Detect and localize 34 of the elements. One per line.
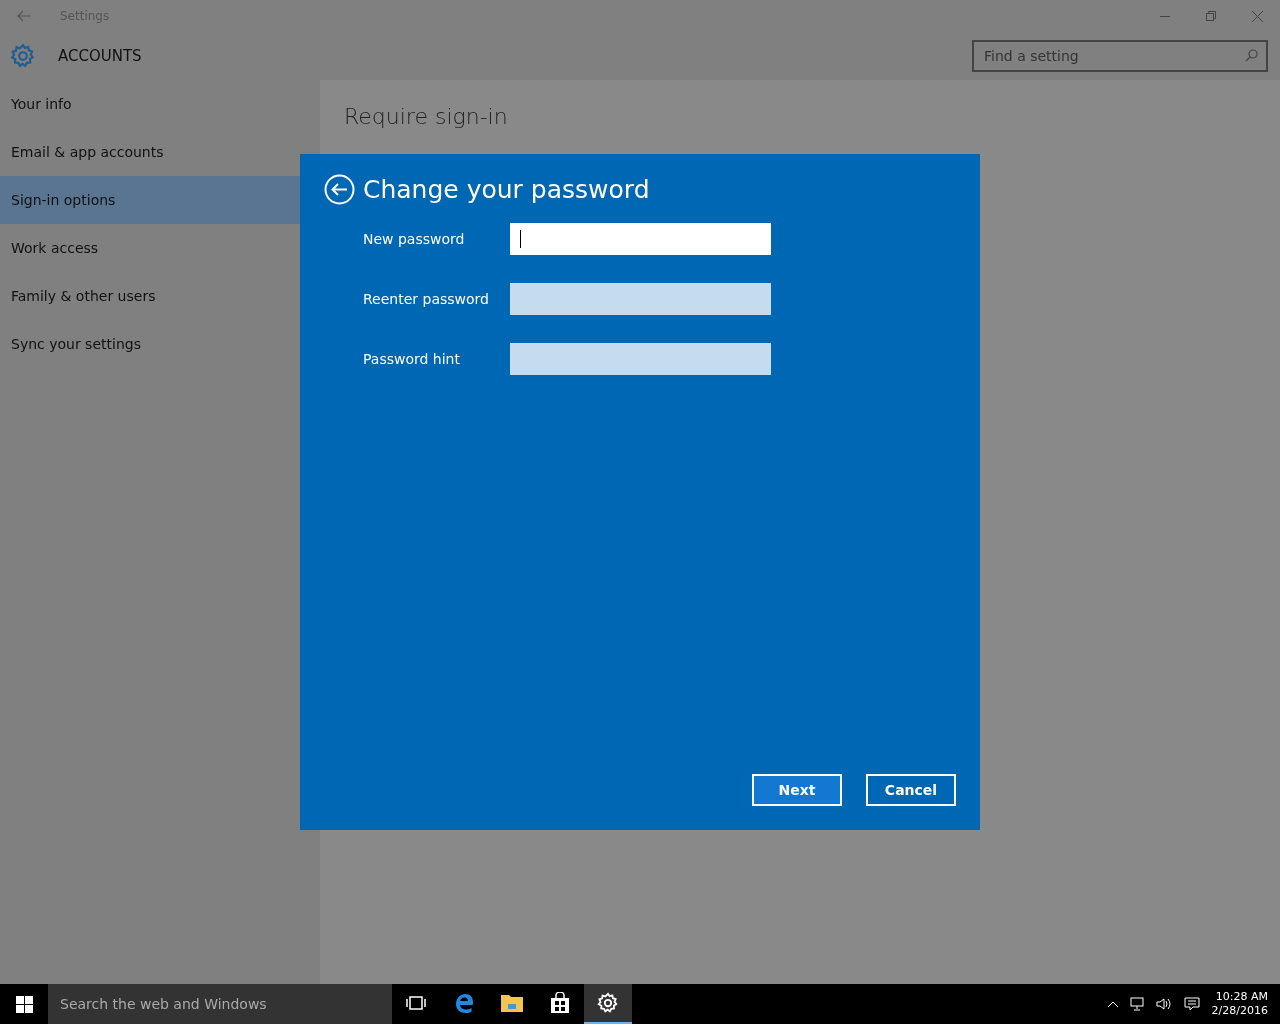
- password-field[interactable]: [510, 283, 771, 315]
- settings-icon: [597, 992, 619, 1014]
- volume-icon[interactable]: [1155, 997, 1172, 1011]
- restore-icon: [1206, 11, 1216, 21]
- minimize-icon: [1160, 15, 1170, 17]
- field-label: New password: [363, 231, 466, 247]
- dialog-title: Change your password: [363, 175, 650, 204]
- clock-date: 2/28/2016: [1211, 1004, 1268, 1018]
- password-field[interactable]: [510, 223, 771, 255]
- network-icon[interactable]: [1129, 997, 1144, 1011]
- sidebar-item[interactable]: Your info: [0, 80, 320, 128]
- back-icon[interactable]: [324, 174, 355, 205]
- taskbar-search-field[interactable]: Search the web and Windows: [48, 984, 392, 1024]
- task-view-icon: [406, 995, 426, 1011]
- folder-icon: [500, 993, 524, 1013]
- search-field[interactable]: Find a setting: [972, 40, 1268, 72]
- dialog-button[interactable]: Next: [752, 774, 842, 806]
- settings-icon: [10, 43, 36, 69]
- search-icon: [1245, 49, 1258, 62]
- taskbar-app-button[interactable]: [584, 984, 632, 1024]
- browser-icon: [453, 992, 475, 1014]
- back-arrow-icon: [17, 10, 31, 22]
- page-heading: Require sign-in: [344, 104, 509, 129]
- clock-time: 10:28 AM: [1215, 990, 1268, 1004]
- dialog-button[interactable]: Cancel: [866, 774, 956, 806]
- store-icon: [550, 992, 570, 1014]
- windows-logo-icon: [15, 995, 33, 1013]
- password-field[interactable]: [510, 343, 771, 375]
- notification-icon[interactable]: [1183, 997, 1200, 1011]
- section-title: ACCOUNTS: [58, 47, 142, 65]
- field-label: Password hint: [363, 351, 461, 367]
- close-icon: [1251, 10, 1263, 22]
- chevron-up-icon[interactable]: [1107, 1001, 1118, 1007]
- field-label: Reenter password: [363, 291, 490, 307]
